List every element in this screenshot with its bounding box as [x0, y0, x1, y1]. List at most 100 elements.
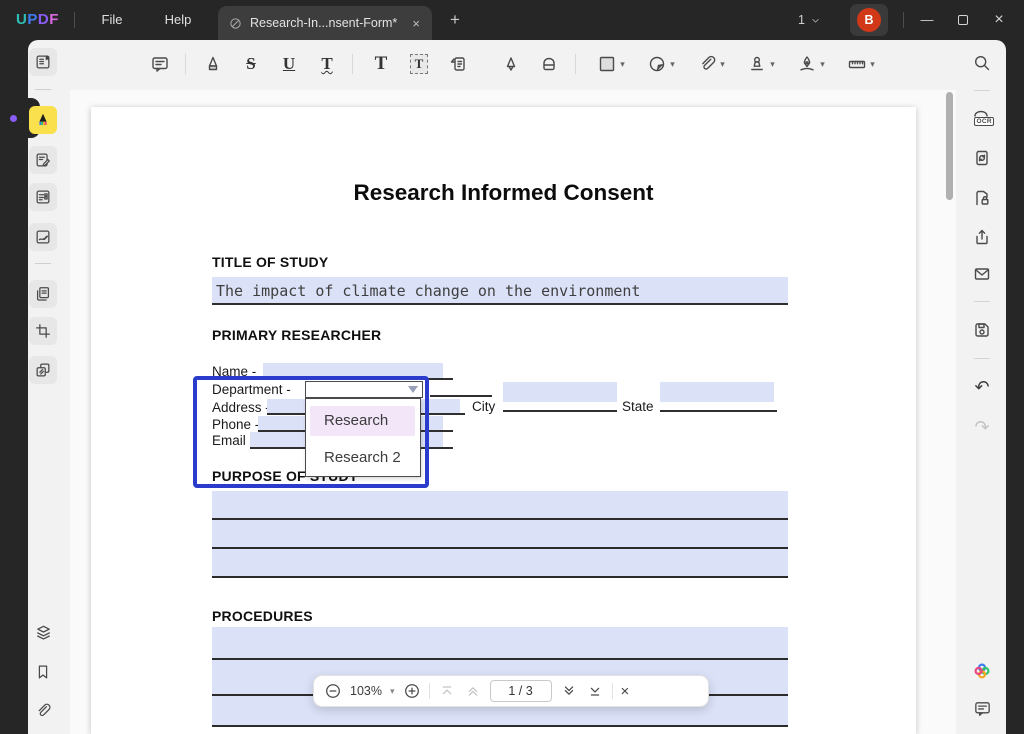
- zoom-in-button[interactable]: [403, 682, 421, 700]
- email-button[interactable]: [968, 260, 996, 288]
- purpose-field-row[interactable]: [212, 491, 788, 520]
- highlight-tool-button[interactable]: [197, 49, 229, 79]
- sidebar-item-attachments[interactable]: [29, 697, 57, 725]
- comment-tool-button[interactable]: [144, 49, 176, 79]
- section-heading-procedures: PROCEDURES: [212, 608, 313, 624]
- purpose-field-row[interactable]: [212, 520, 788, 549]
- sidebar-item-reader[interactable]: [29, 48, 57, 76]
- accent-dot: [10, 115, 17, 122]
- share-button[interactable]: [968, 223, 996, 251]
- shapes-tool-button[interactable]: ▾: [588, 49, 634, 79]
- procedures-field-row[interactable]: [212, 627, 788, 660]
- text-box-tool-button[interactable]: T: [403, 49, 435, 79]
- text-tool-button[interactable]: T: [365, 49, 397, 79]
- stamp-tool-button[interactable]: ▾: [738, 49, 784, 79]
- zoom-out-button[interactable]: [324, 682, 342, 700]
- sidebar-divider: [974, 358, 990, 359]
- ocr-icon: OCR: [971, 107, 993, 129]
- chevron-down-icon: [810, 15, 821, 26]
- sidebar-item-organize-pages[interactable]: [29, 280, 57, 308]
- city-field[interactable]: [503, 382, 617, 402]
- dropdown-option-research[interactable]: Research: [310, 406, 415, 436]
- sidebar-item-forms[interactable]: [29, 183, 57, 211]
- state-label: State: [622, 399, 654, 414]
- sidebar-divider: [35, 89, 51, 90]
- search-button[interactable]: [968, 49, 996, 77]
- field-underline: [660, 410, 777, 412]
- window-count-dropdown[interactable]: 1: [798, 10, 821, 30]
- toolbar-divider: [429, 683, 430, 699]
- squiggly-underline-tool-button[interactable]: T: [311, 49, 343, 79]
- dropdown-option-research-2[interactable]: Research 2: [310, 443, 415, 473]
- sidebar-item-convert[interactable]: [29, 356, 57, 384]
- chevron-down-icon: ▾: [770, 60, 775, 69]
- previous-page-button[interactable]: [464, 682, 482, 700]
- protect-document-button[interactable]: [968, 184, 996, 212]
- squiggly-underline-icon: T: [321, 54, 332, 74]
- study-title-value: The impact of climate change on the envi…: [216, 282, 640, 300]
- avatar: B: [857, 8, 881, 32]
- chevron-down-icon: ▾: [670, 60, 675, 69]
- strikethrough-tool-button[interactable]: S: [235, 49, 267, 79]
- undo-button[interactable]: ↶: [968, 373, 996, 401]
- sticker-tool-button[interactable]: ▾: [638, 49, 684, 79]
- next-page-button[interactable]: [560, 682, 578, 700]
- comment-pen-icon: [34, 111, 52, 129]
- ai-assistant-button[interactable]: [968, 657, 996, 685]
- redo-button[interactable]: ↷: [968, 413, 996, 441]
- document-tab[interactable]: Research-In...nsent-Form* ×: [218, 6, 432, 40]
- underline-tool-button[interactable]: U: [273, 49, 305, 79]
- save-button[interactable]: [968, 316, 996, 344]
- tab-close-icon[interactable]: ×: [410, 16, 422, 31]
- state-field[interactable]: [660, 382, 774, 402]
- vertical-scrollbar[interactable]: [946, 92, 953, 200]
- attachment-tool-button[interactable]: ▾: [688, 49, 734, 79]
- toolbar-divider: [575, 54, 576, 74]
- eraser-icon: [539, 54, 559, 74]
- maximize-button[interactable]: [948, 8, 978, 32]
- callout-tool-button[interactable]: [441, 49, 473, 79]
- convert-document-icon: [972, 148, 992, 168]
- first-page-button[interactable]: [438, 682, 456, 700]
- crop-icon: [34, 322, 52, 340]
- sidebar-item-bookmarks[interactable]: [29, 658, 57, 686]
- sidebar-item-layers[interactable]: [29, 618, 57, 646]
- close-button[interactable]: ×: [984, 8, 1014, 32]
- zoom-dropdown-caret-icon[interactable]: ▾: [390, 687, 395, 696]
- ai-assistant-icon: [972, 661, 992, 681]
- purpose-field-row[interactable]: [212, 549, 788, 578]
- ocr-button[interactable]: OCR: [968, 104, 996, 132]
- close-toolbar-button[interactable]: ×: [621, 684, 630, 699]
- page-indicator-input[interactable]: 1 / 3: [490, 680, 552, 702]
- eraser-tool-button[interactable]: [533, 49, 565, 79]
- last-page-button[interactable]: [586, 682, 604, 700]
- logo-letter: U: [16, 11, 27, 28]
- pencil-tool-button[interactable]: [495, 49, 527, 79]
- feedback-comment-button[interactable]: [968, 694, 996, 722]
- account-button[interactable]: B: [850, 4, 888, 36]
- titlebar-divider: [74, 12, 75, 28]
- redo-icon: ↷: [974, 418, 989, 436]
- sidebar-item-crop[interactable]: [29, 317, 57, 345]
- search-icon: [972, 53, 992, 73]
- ruler-icon: [847, 54, 867, 74]
- chevron-down-icon: ▾: [720, 60, 725, 69]
- zoom-level[interactable]: 103%: [350, 684, 382, 698]
- signature-tool-button[interactable]: ▾: [788, 49, 834, 79]
- measure-tool-button[interactable]: ▾: [838, 49, 884, 79]
- menu-help[interactable]: Help: [156, 0, 200, 40]
- menu-file[interactable]: File: [90, 0, 134, 40]
- minimize-button[interactable]: —: [912, 8, 942, 32]
- tab-title: Research-In...nsent-Form*: [250, 16, 403, 30]
- sidebar-item-edit[interactable]: [29, 146, 57, 174]
- sidebar-divider: [974, 90, 990, 91]
- field-underline: [212, 303, 788, 305]
- sidebar-item-comment[interactable]: [29, 106, 57, 134]
- chevron-down-icon: ▾: [870, 60, 875, 69]
- paperclip-icon: [697, 54, 717, 74]
- convert-document-button[interactable]: [968, 144, 996, 172]
- sidebar-item-sign[interactable]: [29, 223, 57, 251]
- edit-document-icon: [34, 151, 52, 169]
- rectangle-shape-icon: [597, 54, 617, 74]
- new-tab-button[interactable]: +: [444, 9, 466, 31]
